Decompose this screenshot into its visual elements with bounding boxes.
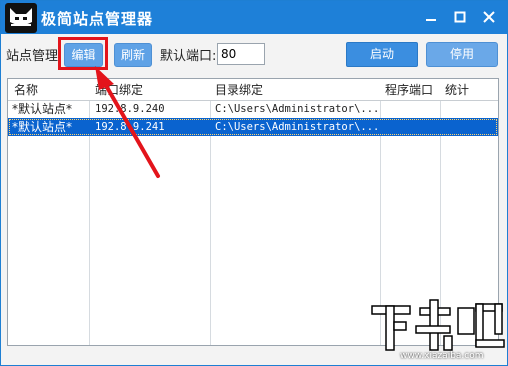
- watermark-url: www.xiazaiba.com: [400, 351, 484, 361]
